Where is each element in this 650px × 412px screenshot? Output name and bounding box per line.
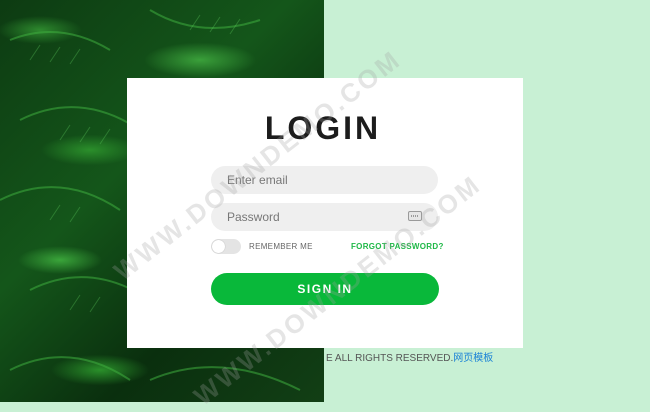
footer-copyright: E ALL RIGHTS RESERVED.网页模板: [326, 349, 493, 364]
footer-template-link[interactable]: 网页模板: [453, 353, 493, 364]
remember-me-label: REMEMBER ME: [249, 242, 313, 251]
footer-text: E ALL RIGHTS RESERVED.: [326, 353, 454, 364]
toggle-knob: [212, 240, 225, 253]
remember-me-toggle[interactable]: [211, 239, 241, 254]
